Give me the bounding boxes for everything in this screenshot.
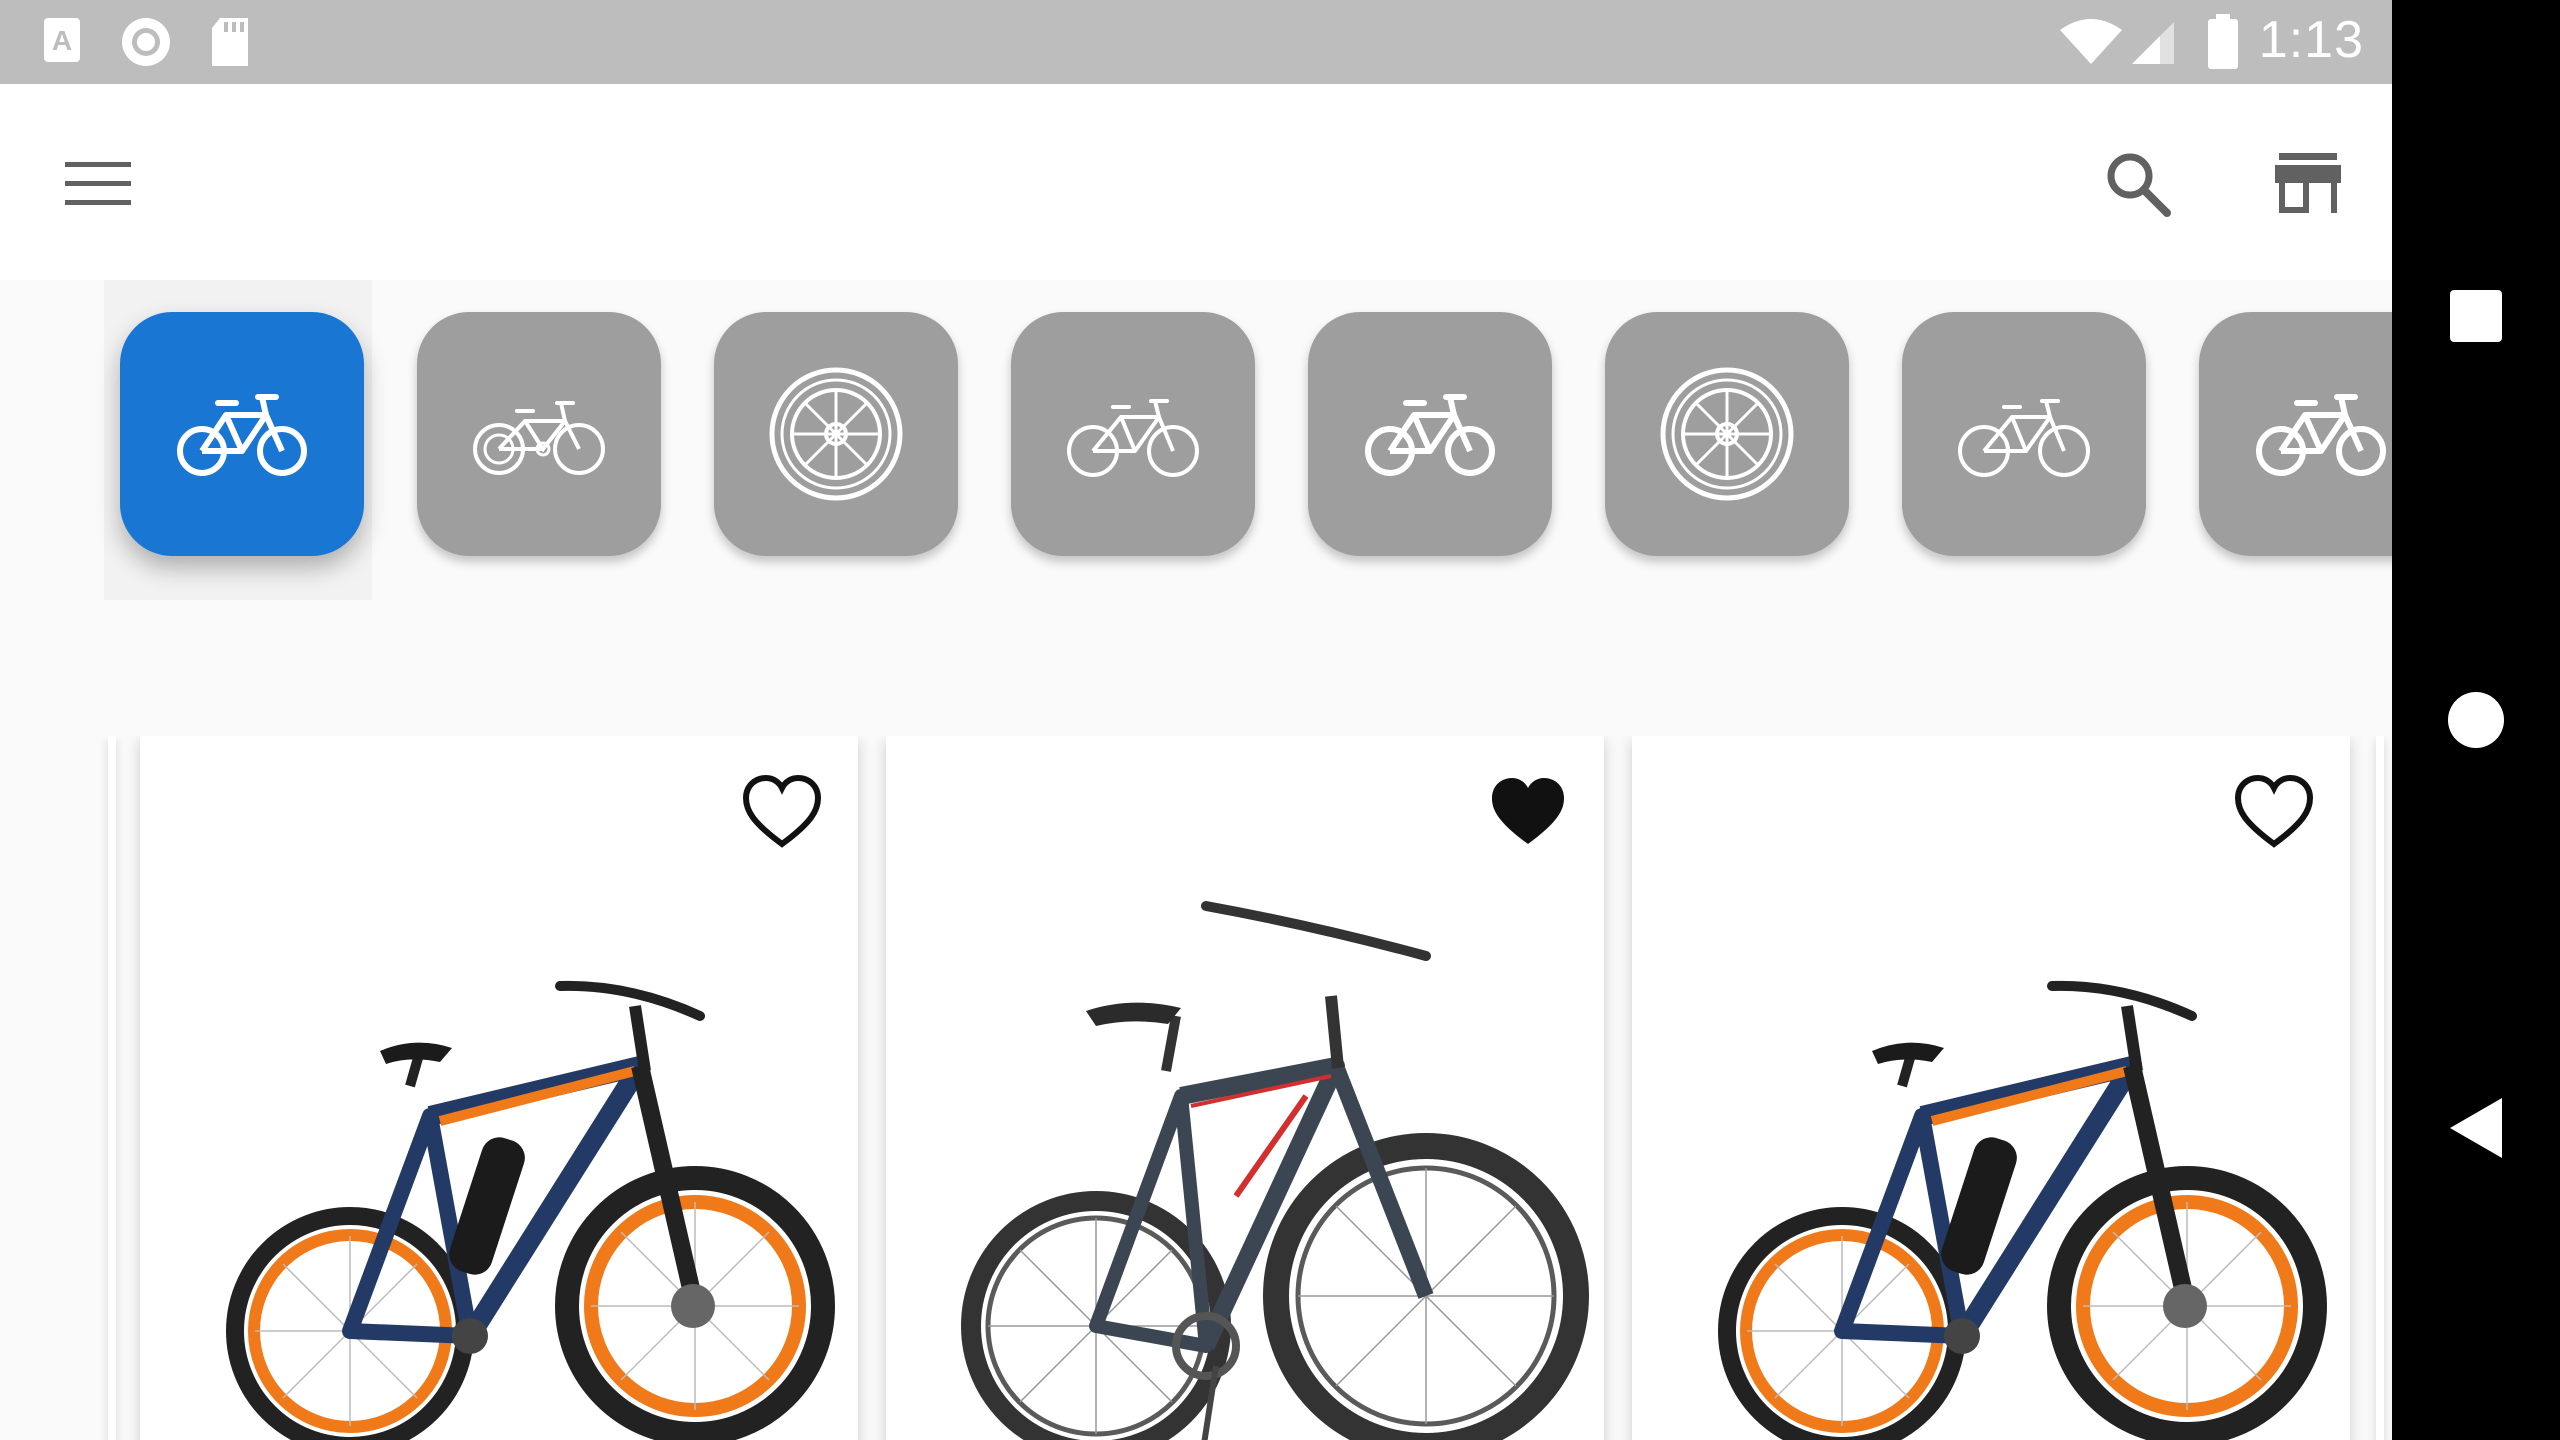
previous-card-edge	[108, 736, 116, 1440]
menu-icon	[65, 162, 131, 205]
app-bar	[0, 84, 2392, 280]
store-icon	[2275, 153, 2341, 213]
category-strip	[0, 280, 2392, 610]
wheel-icon	[1659, 366, 1795, 502]
favorite-button[interactable]	[2234, 774, 2314, 854]
status-time: 1:13	[2258, 11, 2364, 69]
category-button-6[interactable]	[1605, 312, 1849, 556]
search-button[interactable]	[2098, 144, 2178, 224]
category-button-3[interactable]	[714, 312, 958, 556]
heart-filled-icon	[1492, 778, 1564, 844]
favorite-button[interactable]	[1488, 774, 1568, 854]
bicycle-icon	[174, 389, 310, 479]
product-card-2[interactable]	[886, 736, 1604, 1440]
orange-electric-mountain-bike-image	[1718, 980, 2327, 1440]
product-card-3[interactable]	[1632, 736, 2350, 1440]
menu-button[interactable]	[58, 144, 138, 224]
road-bike-icon	[1958, 399, 2090, 477]
heart-outline-icon	[2234, 774, 2314, 848]
bicycle-icon	[1362, 389, 1498, 479]
square-icon	[2450, 290, 2502, 342]
next-card-edge	[2376, 736, 2384, 1440]
product-card-1[interactable]	[140, 736, 858, 1440]
bicycle-icon	[2253, 389, 2389, 479]
category-button-4[interactable]	[1011, 312, 1255, 556]
search-icon	[2107, 153, 2171, 217]
category-button-5[interactable]	[1308, 312, 1552, 556]
wifi-icon	[2060, 19, 2122, 64]
heart-outline-icon	[742, 774, 822, 848]
category-button-8[interactable]	[2199, 312, 2392, 556]
wheel-icon	[768, 366, 904, 502]
home-button[interactable]	[2392, 690, 2560, 750]
orange-electric-mountain-bike-image	[226, 980, 835, 1440]
recents-button[interactable]	[2392, 288, 2560, 344]
signal-icon	[2132, 22, 2174, 64]
svg-text:A: A	[52, 25, 72, 56]
status-bar: A 1:13	[0, 0, 2392, 84]
kids-bicycle-icon	[473, 401, 605, 475]
road-bike-icon	[1067, 399, 1199, 477]
store-button[interactable]	[2268, 144, 2348, 224]
a-notification-icon: A	[44, 18, 80, 62]
back-triangle-icon	[2450, 1098, 2502, 1158]
record-icon	[122, 18, 170, 66]
back-button[interactable]	[2392, 1096, 2560, 1160]
battery-icon	[2208, 14, 2238, 69]
category-button-7[interactable]	[1902, 312, 2146, 556]
sd-card-icon	[212, 18, 248, 66]
dark-grey-mountain-bike-image	[961, 901, 1589, 1440]
category-button-1[interactable]	[120, 312, 364, 556]
system-nav-bar	[2392, 0, 2560, 1440]
product-grid	[0, 736, 2392, 1440]
circle-icon	[2448, 692, 2504, 748]
category-button-2[interactable]	[417, 312, 661, 556]
favorite-button[interactable]	[742, 774, 822, 854]
